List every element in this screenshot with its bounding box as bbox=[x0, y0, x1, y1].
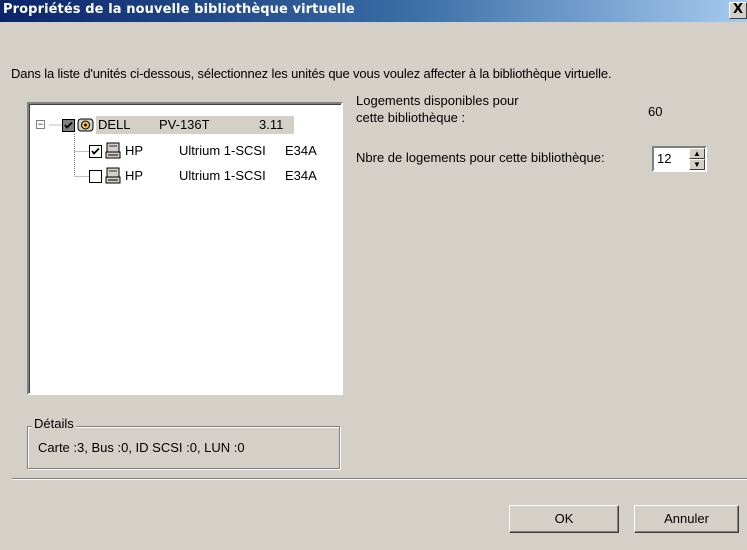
child-2-vendor: HP bbox=[125, 168, 144, 183]
child-1-revision: E34A bbox=[285, 143, 317, 158]
root-model: PV-136T bbox=[159, 117, 210, 132]
window-title: Propriétés de la nouvelle bibliothèque v… bbox=[3, 2, 355, 17]
collapse-icon[interactable]: − bbox=[36, 120, 45, 129]
child-1-model: Ultrium 1-SCSI bbox=[179, 143, 266, 158]
cancel-button[interactable]: Annuler bbox=[634, 505, 739, 533]
num-slots-spinner[interactable]: 12 ▲ ▼ bbox=[652, 146, 707, 172]
tree-node-child-2[interactable]: HP Ultrium 1-SCSI E34A bbox=[29, 166, 329, 186]
close-button[interactable]: X bbox=[729, 2, 747, 19]
available-slots-label-line2: cette bibliothèque : bbox=[356, 110, 466, 125]
tape-drive-icon bbox=[105, 167, 121, 184]
details-text: Carte :3, Bus :0, ID SCSI :0, LUN :0 bbox=[38, 440, 245, 455]
ok-button[interactable]: OK bbox=[509, 505, 619, 533]
root-checkbox[interactable] bbox=[62, 119, 75, 132]
num-slots-value[interactable]: 12 bbox=[657, 151, 671, 166]
spin-down-arrow-icon[interactable]: ▼ bbox=[689, 159, 705, 170]
child-1-vendor: HP bbox=[125, 143, 144, 158]
available-slots-value: 60 bbox=[648, 104, 663, 119]
root-vendor: DELL bbox=[98, 117, 131, 132]
tape-drive-icon bbox=[105, 142, 121, 159]
library-icon bbox=[77, 118, 94, 132]
spin-up-arrow-icon[interactable]: ▲ bbox=[689, 148, 705, 159]
child-2-checkbox[interactable] bbox=[89, 170, 102, 183]
available-slots-label-line1: Logements disponibles pour bbox=[356, 93, 519, 108]
num-slots-label: Nbre de logements pour cette bibliothèqu… bbox=[356, 150, 605, 165]
title-bar: Propriétés de la nouvelle bibliothèque v… bbox=[0, 0, 747, 22]
separator bbox=[12, 478, 747, 480]
instructions-text: Dans la liste d'unités ci-dessous, sélec… bbox=[11, 66, 612, 81]
tree-node-root[interactable]: − DELL PV-136T 3.11 bbox=[29, 115, 329, 135]
root-revision: 3.11 bbox=[259, 117, 284, 132]
child-1-checkbox[interactable] bbox=[89, 145, 102, 158]
tree-node-child-1[interactable]: HP Ultrium 1-SCSI E34A bbox=[29, 141, 329, 161]
available-slots-label: Logements disponibles pour cette bibliot… bbox=[356, 92, 519, 126]
device-tree[interactable]: − DELL PV-136T 3.11 HP Ultrium 1-SCSI E3… bbox=[27, 102, 343, 395]
child-2-revision: E34A bbox=[285, 168, 317, 183]
child-2-model: Ultrium 1-SCSI bbox=[179, 168, 266, 183]
details-legend: Détails bbox=[32, 416, 76, 431]
